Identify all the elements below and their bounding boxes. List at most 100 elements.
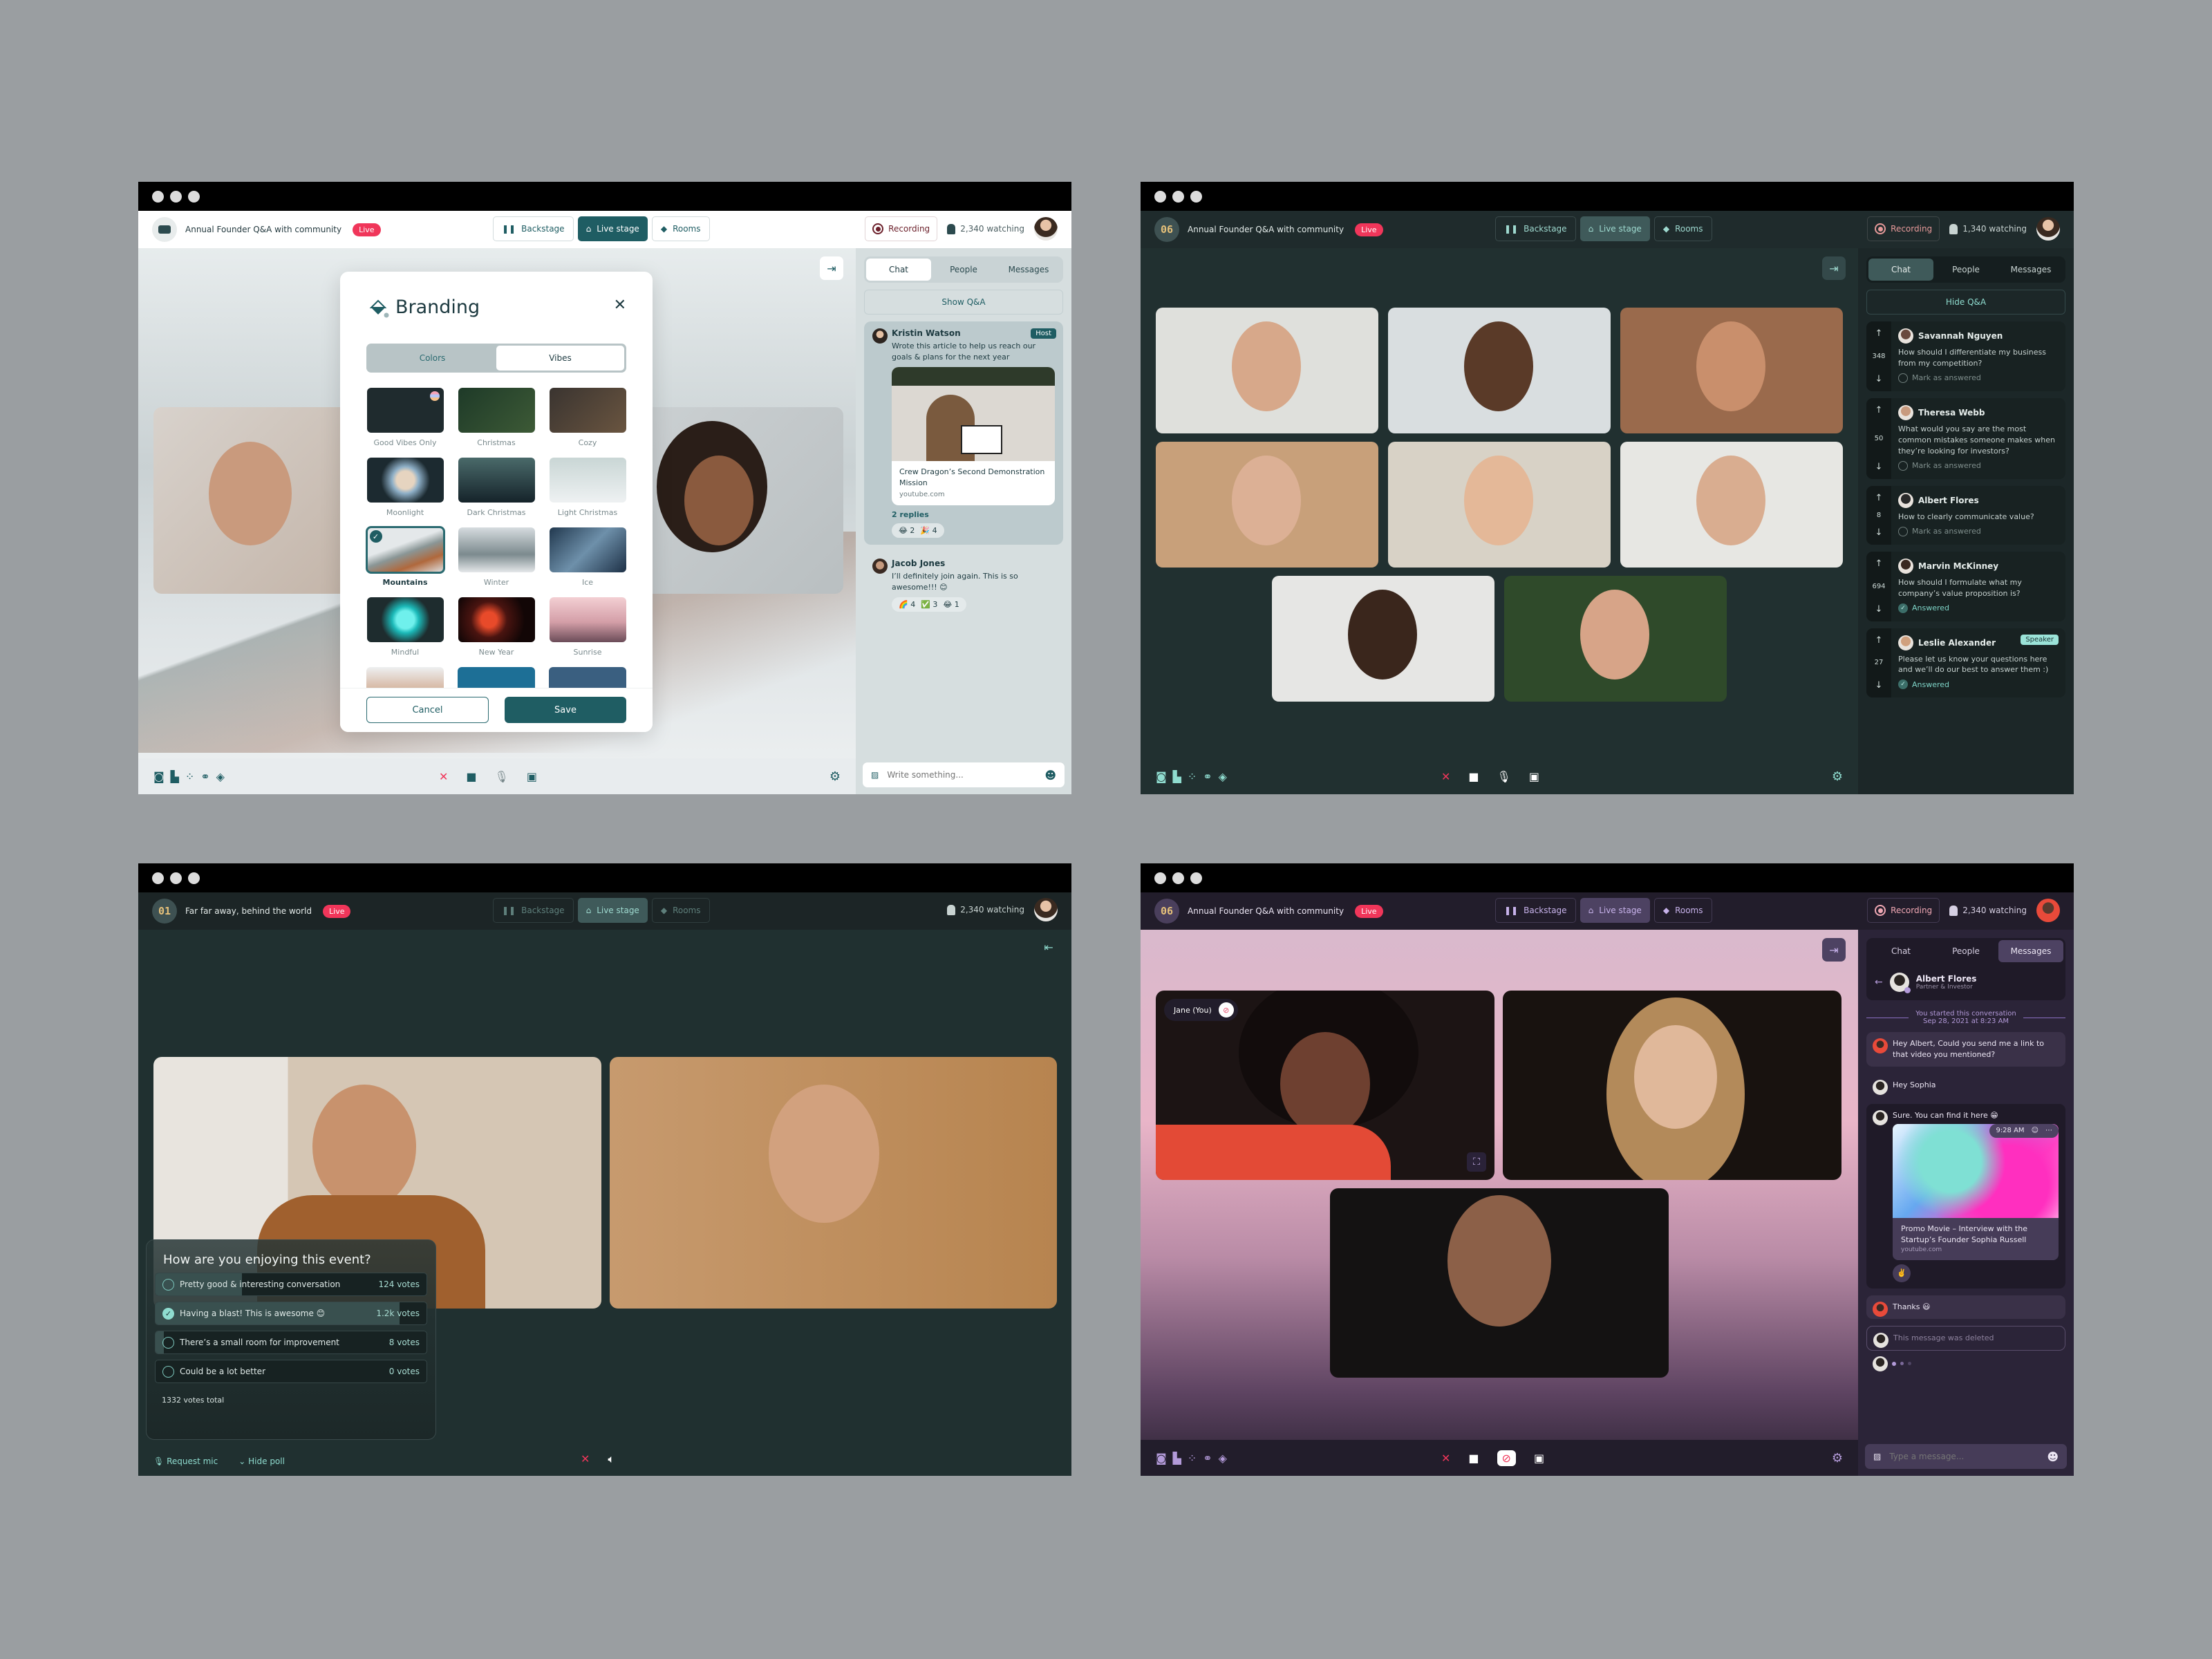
upvote-arrow-icon[interactable]: ↑ <box>1875 559 1883 569</box>
downvote-arrow-icon[interactable]: ↓ <box>1875 527 1883 538</box>
replies-link[interactable]: 2 replies <box>892 510 1055 519</box>
microphone-icon[interactable]: 🎙︎ <box>1497 770 1511 783</box>
leave-icon[interactable]: ✕ <box>439 770 448 783</box>
emoji-icon[interactable]: ☻ <box>1044 769 1056 782</box>
vibe-option[interactable]: Sunrise <box>549 597 626 667</box>
camera-icon[interactable]: ◙ <box>1156 770 1167 783</box>
window-close-dot[interactable] <box>1154 191 1166 203</box>
image-icon[interactable]: ▨ <box>1873 1452 1881 1461</box>
gear-icon[interactable]: ⚙ <box>830 769 841 784</box>
message-input[interactable] <box>1889 1452 2039 1461</box>
reaction-chip[interactable]: 🎉 4 <box>920 526 937 535</box>
leave-icon[interactable]: ✕ <box>581 1452 590 1466</box>
microphone-icon[interactable]: 🎙︎ <box>495 770 509 783</box>
user-avatar[interactable] <box>1034 217 1058 241</box>
vibe-thumb-partial[interactable] <box>458 667 535 688</box>
add-reaction-icon[interactable]: ☺ <box>2032 1126 2038 1136</box>
camera-icon[interactable]: ◙ <box>153 770 165 783</box>
speaker-video[interactable] <box>610 1057 1057 1309</box>
backstage-button[interactable]: ❚❚ Backstage <box>1495 898 1576 923</box>
window-minimize-dot[interactable] <box>170 872 182 884</box>
vibe-option[interactable]: ✓ Mountains <box>365 526 445 597</box>
window-close-dot[interactable] <box>152 191 164 203</box>
downvote-arrow-icon[interactable]: ↓ <box>1875 462 1883 472</box>
tab-chat[interactable]: Chat <box>866 259 931 281</box>
rooms-button[interactable]: ◆ Rooms <box>1653 216 1712 241</box>
rooms-button[interactable]: ◆ Rooms <box>651 216 710 241</box>
mark-answered-toggle[interactable]: ✓ Answered <box>1898 603 2059 613</box>
live-stage-button[interactable]: ⌂ Live stage <box>1580 898 1650 923</box>
user-avatar[interactable] <box>1034 898 1058 921</box>
participant-video[interactable] <box>1330 1188 1669 1378</box>
vibe-option[interactable]: Moonlight <box>366 458 444 527</box>
leave-icon[interactable]: ✕ <box>1441 1452 1450 1465</box>
window-close-dot[interactable] <box>1154 872 1166 884</box>
link-preview-card[interactable]: 9:28 AM ☺ ⋯ Promo Movie – Interview with… <box>1893 1123 2059 1260</box>
request-mic-button[interactable]: 🎙︎ Request mic <box>153 1456 218 1466</box>
collapse-sidebar-button[interactable]: ⇥ <box>1822 938 1846 962</box>
backstage-button[interactable]: ❚❚ Backstage <box>1495 216 1576 241</box>
fullscreen-icon[interactable]: ⛶ <box>1467 1152 1486 1172</box>
emoji-icon[interactable]: ☻ <box>2047 1450 2059 1463</box>
vibe-option[interactable]: Ice <box>549 527 626 597</box>
vibe-option[interactable]: Light Christmas <box>549 458 626 527</box>
rooms-button[interactable]: ◆ Rooms <box>1653 898 1712 923</box>
reaction-chip[interactable]: 😂 1 <box>943 600 959 609</box>
save-button[interactable]: Save <box>505 697 626 723</box>
participant-video[interactable] <box>1388 308 1611 433</box>
window-minimize-dot[interactable] <box>1172 872 1184 884</box>
screen-share-icon[interactable]: ▣ <box>527 770 537 783</box>
nodes-icon[interactable]: ⁘ <box>1188 1452 1197 1465</box>
tab-messages[interactable]: Messages <box>1998 259 2063 281</box>
screen-share-icon[interactable]: ▣ <box>1534 1452 1544 1465</box>
participant-video[interactable] <box>1620 442 1843 568</box>
image-icon[interactable]: ▨ <box>871 770 879 780</box>
tab-chat[interactable]: Chat <box>1868 259 1933 281</box>
paint-bucket-icon[interactable]: ◈ <box>1219 1452 1227 1465</box>
backstage-button[interactable]: ❚❚ Backstage <box>493 216 574 241</box>
participant-video[interactable] <box>1272 576 1494 702</box>
back-arrow-icon[interactable]: ← <box>1875 977 1883 988</box>
upvote-arrow-icon[interactable]: ↑ <box>1875 405 1883 415</box>
downvote-arrow-icon[interactable]: ↓ <box>1875 680 1883 691</box>
video-camera-icon[interactable]: ■ <box>1468 770 1479 783</box>
participant-video[interactable] <box>1388 442 1611 568</box>
participant-video[interactable] <box>1156 308 1378 433</box>
participant-video[interactable] <box>1156 442 1378 568</box>
gear-icon[interactable]: ⚙ <box>1832 769 1843 784</box>
participant-video[interactable] <box>153 407 361 594</box>
chart-icon[interactable]: ▙ <box>1173 770 1181 783</box>
poll-option[interactable]: Pretty good & interesting conversation 12… <box>155 1273 427 1296</box>
vibe-option[interactable]: Winter <box>458 527 535 597</box>
speaker-volume-icon[interactable]: 🔈︎ <box>608 1452 615 1466</box>
live-stage-button[interactable]: ⌂ Live stage <box>1580 216 1650 241</box>
camera-icon[interactable]: ◙ <box>1156 1452 1167 1465</box>
collapse-sidebar-button[interactable]: ⇥ <box>820 256 843 280</box>
poll-option[interactable]: There’s a small room for improvement 8 vo… <box>155 1331 427 1354</box>
video-camera-icon[interactable]: ■ <box>466 770 476 783</box>
downvote-arrow-icon[interactable]: ↓ <box>1875 374 1883 384</box>
reaction-chip[interactable]: 😂 2 <box>899 526 915 535</box>
window-maximize-dot[interactable] <box>188 872 200 884</box>
participant-video[interactable] <box>636 407 843 594</box>
mic-muted-icon[interactable]: ⊘ <box>1497 1450 1516 1466</box>
paint-bucket-icon[interactable]: ◈ <box>216 770 225 783</box>
self-video[interactable]: Jane (You) ⊘ ⛶ <box>1156 991 1494 1180</box>
tab-chat[interactable]: Chat <box>1868 940 1933 962</box>
mark-answered-toggle[interactable]: ✓ Answered <box>1898 679 2059 690</box>
window-maximize-dot[interactable] <box>1190 191 1202 203</box>
recording-button[interactable]: Recording <box>1867 216 1940 241</box>
hide-qa-button[interactable]: Hide Q&A <box>1866 290 2065 315</box>
vibe-option[interactable]: Christmas <box>458 388 535 458</box>
vibe-option[interactable]: Cozy <box>549 388 626 458</box>
show-qa-button[interactable]: Show Q&A <box>864 290 1063 315</box>
link-icon[interactable]: ⚭ <box>1203 1452 1212 1465</box>
paint-bucket-icon[interactable]: ◈ <box>1219 770 1227 783</box>
participant-video[interactable] <box>1503 991 1841 1180</box>
vibe-thumb-partial[interactable] <box>366 667 444 688</box>
leave-icon[interactable]: ✕ <box>1441 770 1450 783</box>
tab-messages[interactable]: Messages <box>996 259 1061 281</box>
downvote-arrow-icon[interactable]: ↓ <box>1875 604 1883 615</box>
chart-icon[interactable]: ▙ <box>1173 1452 1181 1465</box>
gear-icon[interactable]: ⚙ <box>1832 1451 1843 1465</box>
